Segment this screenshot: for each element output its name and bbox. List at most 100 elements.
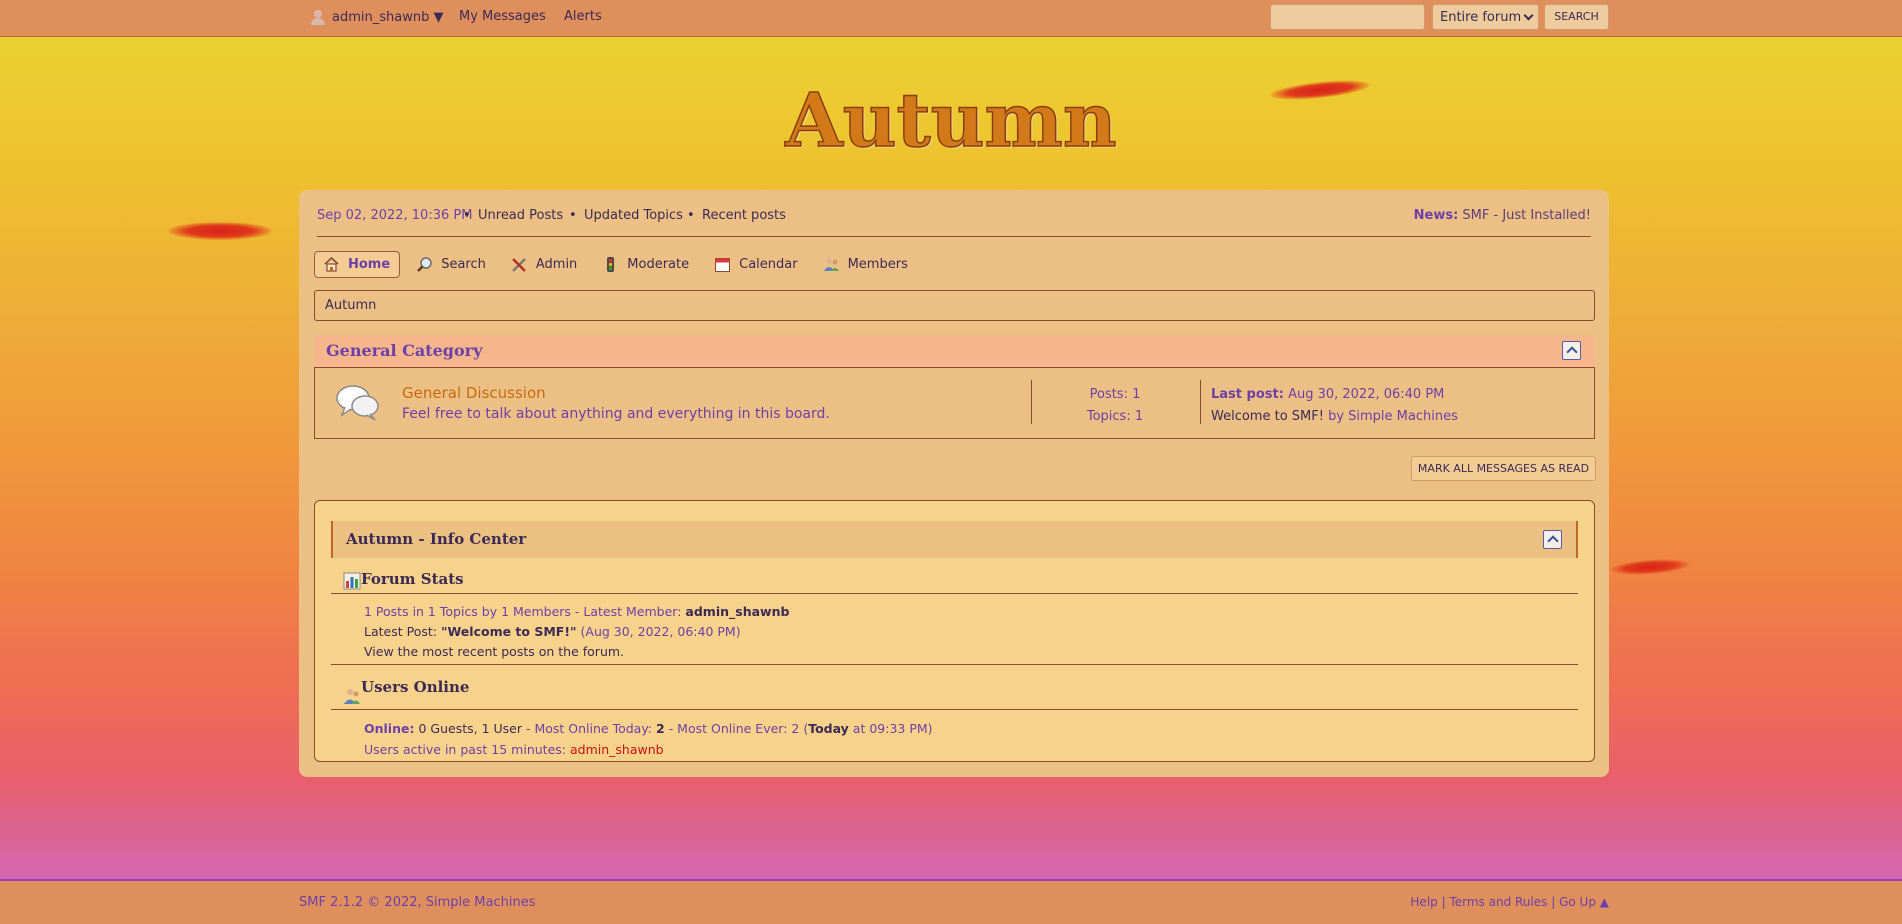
breadcrumb-item[interactable]: Autumn [325,298,376,313]
users-online-icon [343,678,361,704]
admin-icon [511,256,528,273]
board-stats: Posts: 1 Topics: 1 [1055,384,1175,428]
collapse-category-icon[interactable] [1562,341,1581,360]
online-today-label: - Most Online Today: [525,721,653,736]
latest-member-link[interactable]: admin_shawnb [685,604,789,619]
online-line-2: Users active in past 15 minutes: admin_s… [364,742,664,757]
menu-item-members[interactable]: Members [815,251,917,278]
latest-post-label: Latest Post: [364,624,437,639]
search-input[interactable] [1270,4,1425,30]
calendar-icon [714,256,731,273]
main-menu: Home Search Admin Moderate Calendar Memb… [314,251,925,278]
news-text: SMF - Just Installed! [1462,208,1591,223]
latest-post-date: (Aug 30, 2022, 06:40 PM) [580,624,741,639]
go-up-link[interactable]: Go Up ▲ [1559,895,1609,909]
online-line-1: Online: 0 Guests, 1 User - Most Online T… [364,721,933,736]
board-description: Feel free to talk about anything and eve… [402,406,830,422]
search-scope-value: Entire forum [1440,10,1522,25]
last-post-author[interactable]: by Simple Machines [1328,409,1458,424]
online-ever-label: - Most Online Ever: 2 ( [668,721,809,736]
copyright-text: SMF 2.1.2 © 2022, [299,895,422,910]
board-last-post: Last post: Aug 30, 2022, 06:40 PM Welcom… [1211,384,1458,428]
menu-label: Moderate [627,257,690,272]
user-menu[interactable]: admin_shawnb ▼ [310,9,443,25]
menu-item-home[interactable]: Home [314,251,401,278]
board-posts-count: Posts: 1 [1089,387,1141,402]
search-icon [416,256,433,273]
board-topics-count: Topics: 1 [1086,409,1144,424]
menu-item-admin[interactable]: Admin [503,251,586,278]
menu-item-moderate[interactable]: Moderate [594,251,698,278]
speech-bubbles-icon[interactable] [335,382,381,422]
mark-all-read-button[interactable]: MARK ALL MESSAGES AS READ [1411,456,1596,481]
footer: SMF 2.1.2 © 2022, Simple Machines Help |… [0,879,1902,924]
simple-machines-link[interactable]: Simple Machines [426,895,536,910]
leaf-decoration [1610,557,1690,577]
online-counts: 0 Guests, 1 User [418,721,522,736]
upper-section: Sep 02, 2022, 10:36 PM • Unread Posts • … [317,208,1591,237]
my-messages-link[interactable]: My Messages [459,9,546,24]
online-ever-today: Today [808,721,849,736]
news-box: News: SMF - Just Installed! [1414,208,1591,223]
menu-item-calendar[interactable]: Calendar [706,251,806,278]
home-icon [323,256,340,273]
board-name-link[interactable]: General Discussion [402,384,546,402]
latest-post-link[interactable]: "Welcome to SMF!" [441,624,577,639]
active-users-label: Users active in past 15 minutes: [364,742,566,757]
online-today-value: 2 [656,721,665,736]
info-center: Autumn - Info Center Forum Stats 1 Posts… [314,500,1595,762]
forum-stats-header: Forum Stats [331,569,1578,594]
chevron-down-icon [1523,10,1534,21]
menu-item-search[interactable]: Search [408,251,495,278]
divider [1200,380,1201,424]
menu-label: Calendar [739,257,798,272]
users-online-title[interactable]: Users Online [361,678,469,696]
alerts-link[interactable]: Alerts [564,9,602,24]
category-title[interactable]: General Category [326,341,482,360]
news-label: News: [1413,208,1459,223]
collapse-info-icon[interactable] [1543,530,1562,549]
forum-logo[interactable]: Autumn [0,77,1902,165]
footer-links: Help | Terms and Rules | Go Up ▲ [1410,895,1609,909]
footer-copyright: SMF 2.1.2 © 2022, Simple Machines [299,895,536,910]
users-online-header: Users Online [331,664,1578,710]
unread-posts-link[interactable]: Unread Posts [478,208,563,223]
footer-separator: | [1551,895,1556,909]
members-icon [823,256,840,273]
active-user-link[interactable]: admin_shawnb [570,742,664,757]
last-post-date[interactable]: Aug 30, 2022, 06:40 PM [1288,387,1444,402]
help-link[interactable]: Help [1410,895,1437,909]
online-ever-time: at 09:33 PM) [852,721,933,736]
username-label: admin_shawnb ▼ [332,9,444,25]
board-row: General Discussion Feel free to talk abo… [314,367,1595,439]
search-scope-select[interactable]: Entire forum [1432,4,1539,30]
forum-stats-title[interactable]: Forum Stats [361,570,464,588]
updated-topics-link[interactable]: Updated Topics [584,208,683,223]
category-header: General Category [314,335,1595,367]
stats-summary: 1 Posts in 1 Topics by 1 Members - Lates… [364,604,682,619]
stats-line-3[interactable]: View the most recent posts on the forum. [364,644,624,659]
stats-line-1: 1 Posts in 1 Topics by 1 Members - Lates… [364,604,789,619]
recent-posts-link[interactable]: Recent posts [702,208,786,223]
menu-label: Members [847,257,908,272]
separator-dot: • [463,208,471,223]
stats-chart-icon [343,572,361,590]
last-post-topic-link[interactable]: Welcome to SMF! [1211,409,1324,424]
online-label: Online: [364,721,415,736]
current-date: Sep 02, 2022, 10:36 PM [317,208,473,223]
separator-dot: • [569,208,577,223]
search-button[interactable]: SEARCH [1544,4,1609,30]
menu-label: Admin [535,257,578,272]
separator-dot: • [687,208,695,223]
menu-label: Home [348,257,391,272]
leaf-decoration [168,222,272,240]
user-avatar-icon [310,9,326,25]
footer-separator: | [1441,895,1446,909]
menu-label: Search [441,257,486,272]
info-center-header: Autumn - Info Center [331,521,1578,558]
terms-link[interactable]: Terms and Rules [1449,895,1547,909]
main-wrapper: Sep 02, 2022, 10:36 PM • Unread Posts • … [299,190,1609,777]
info-center-title: Autumn - Info Center [346,530,527,548]
breadcrumb: Autumn [314,290,1595,321]
moderate-icon [602,256,619,273]
